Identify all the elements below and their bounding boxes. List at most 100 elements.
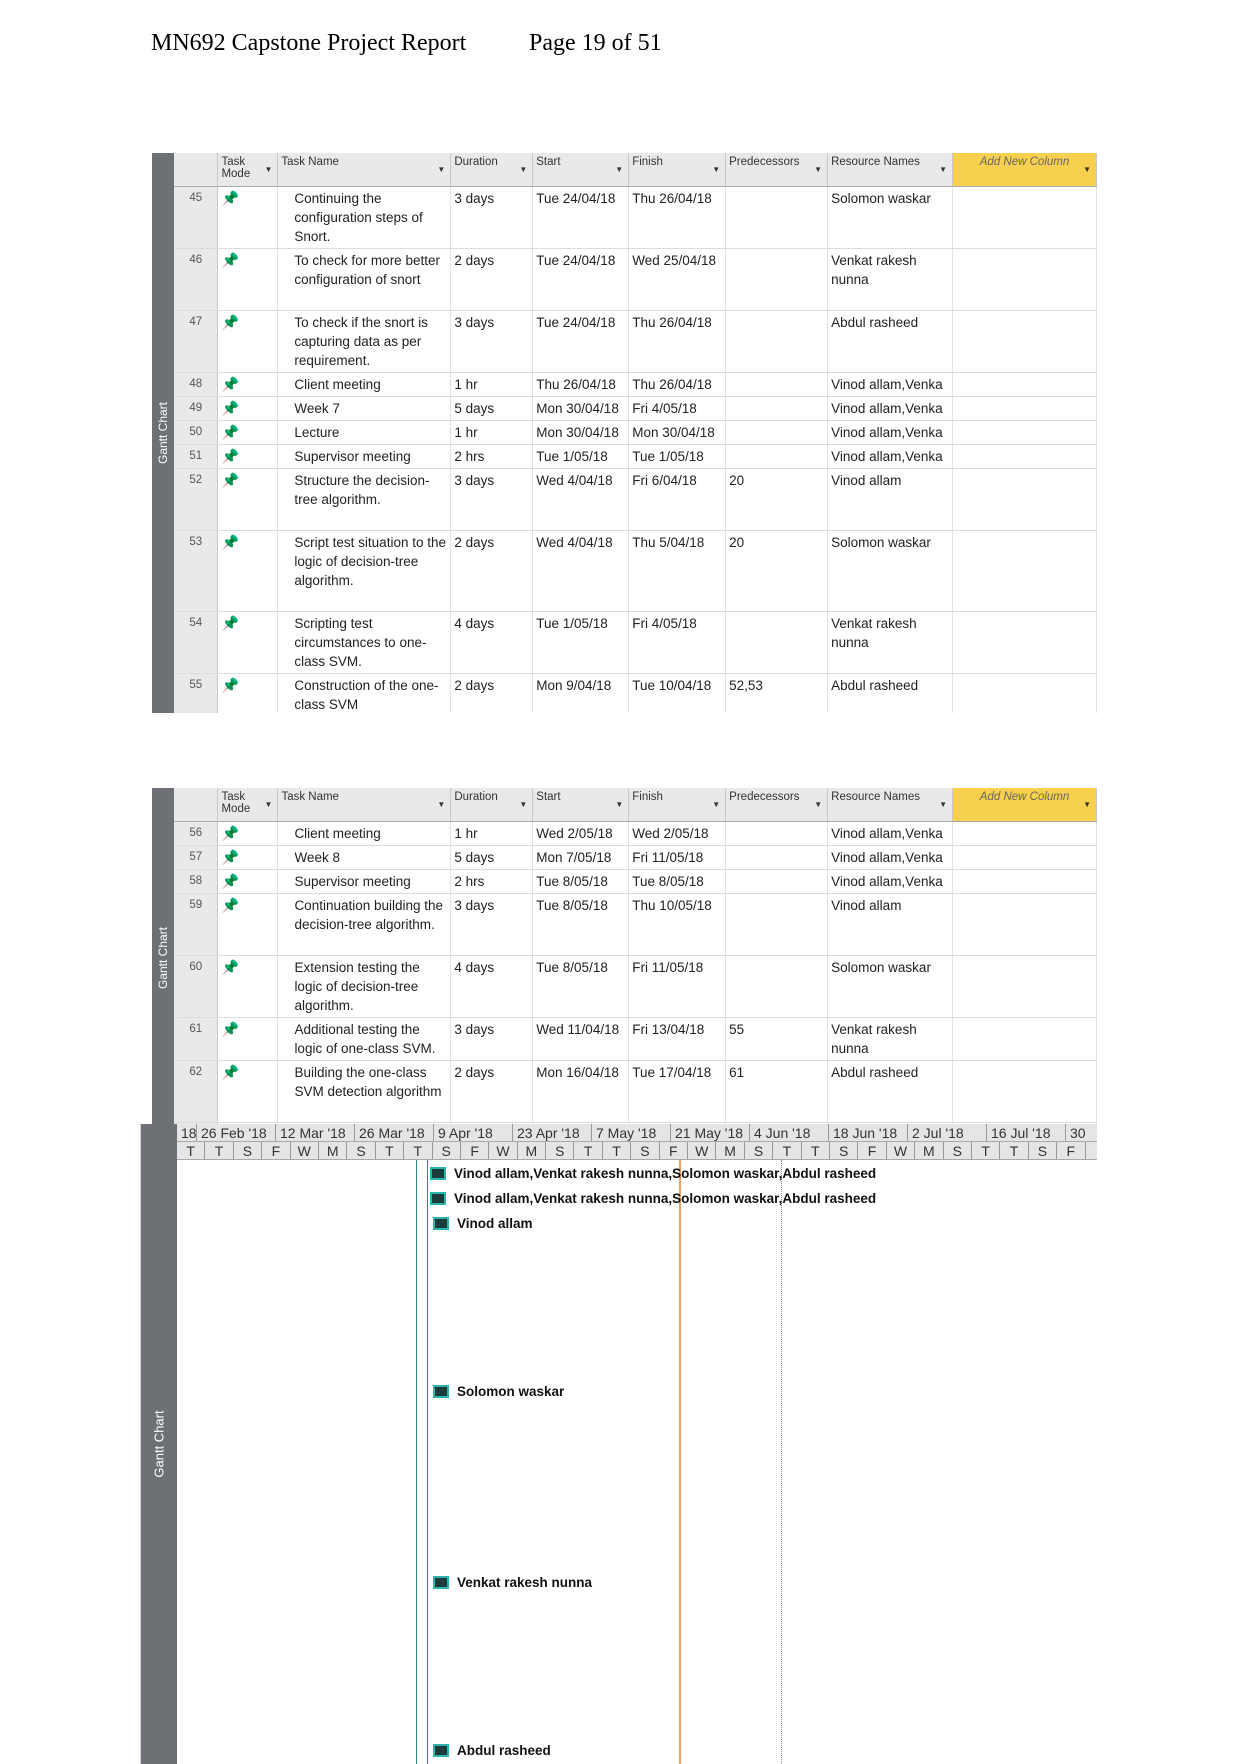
table-row[interactable]: 51 📌 Supervisor meeting 2 hrs Tue 1/05/18 Tue… <box>174 444 1097 469</box>
cell-duration[interactable]: 4 days <box>450 955 534 1018</box>
cell-duration[interactable]: 1 hr <box>450 821 534 846</box>
column-header[interactable]: Resource Names ▼ <box>827 153 954 187</box>
cell-start[interactable]: Tue 8/05/18 <box>532 869 630 894</box>
cell-res[interactable]: Vinod allam <box>827 468 954 531</box>
dropdown-arrow-icon[interactable]: ▼ <box>437 800 445 809</box>
cell-pred[interactable] <box>725 420 829 445</box>
cell-empty[interactable] <box>952 1017 1097 1061</box>
gantt-bar-label[interactable]: Vinod allam <box>433 1216 533 1231</box>
cell-start[interactable]: Wed 4/04/18 <box>532 468 630 531</box>
cell-name[interactable]: Extension testing the logic of decision-… <box>277 955 452 1018</box>
cell-res[interactable]: Vinod allam <box>827 893 954 956</box>
cell-empty[interactable] <box>952 611 1097 674</box>
table-row[interactable]: 45 📌 Continuing the configuration steps of… <box>174 186 1097 249</box>
dropdown-arrow-icon[interactable]: ▼ <box>264 165 272 174</box>
cell-finish[interactable]: Thu 26/04/18 <box>628 310 727 373</box>
table-row[interactable]: 48 📌 Client meeting 1 hr Thu 26/04/18 Thu 26/… <box>174 372 1097 397</box>
column-header[interactable]: Finish ▼ <box>628 153 727 187</box>
cell-start[interactable]: Mon 9/04/18 <box>532 673 630 713</box>
cell-name[interactable]: Structure the decision-tree algorithm. <box>277 468 452 531</box>
dropdown-arrow-icon[interactable]: ▼ <box>814 165 822 174</box>
dropdown-arrow-icon[interactable]: ▼ <box>265 800 273 809</box>
cell-res[interactable]: Vinod allam,Venka <box>827 845 954 870</box>
dropdown-arrow-icon[interactable]: ▼ <box>712 800 720 809</box>
cell-res[interactable]: Abdul rasheed <box>827 310 954 373</box>
cell-finish[interactable]: Fri 11/05/18 <box>628 955 727 1018</box>
cell-finish[interactable]: Thu 26/04/18 <box>628 372 727 397</box>
cell-duration[interactable]: 4 days <box>450 611 534 674</box>
dropdown-arrow-icon[interactable]: ▼ <box>1083 165 1091 174</box>
cell-duration[interactable]: 3 days <box>450 1017 534 1061</box>
table-row[interactable]: 59 📌 Continuation building the decision-tr… <box>174 893 1097 956</box>
cell-pred[interactable] <box>725 611 829 674</box>
view-bar[interactable]: Gantt Chart <box>141 1124 177 1764</box>
cell-finish[interactable]: Fri 4/05/18 <box>628 396 727 421</box>
cell-res[interactable]: Vinod allam,Venka <box>827 372 954 397</box>
dropdown-arrow-icon[interactable]: ▼ <box>519 800 527 809</box>
dropdown-arrow-icon[interactable]: ▼ <box>712 165 720 174</box>
cell-duration[interactable]: 1 hr <box>450 420 534 445</box>
cell-empty[interactable] <box>952 821 1097 846</box>
column-header[interactable]: Task Mode ▼ <box>217 788 279 822</box>
cell-start[interactable]: Tue 8/05/18 <box>532 893 630 956</box>
cell-name[interactable]: Supervisor meeting <box>277 869 452 894</box>
cell-start[interactable]: Wed 2/05/18 <box>532 821 630 846</box>
column-header[interactable]: Start ▼ <box>532 153 630 187</box>
cell-start[interactable]: Tue 8/05/18 <box>532 955 630 1018</box>
cell-start[interactable]: Tue 1/05/18 <box>532 611 630 674</box>
column-header[interactable]: Predecessors ▼ <box>725 153 829 187</box>
cell-finish[interactable]: Wed 25/04/18 <box>628 248 727 311</box>
cell-start[interactable]: Tue 24/04/18 <box>532 186 630 249</box>
cell-res[interactable]: Vinod allam,Venka <box>827 821 954 846</box>
cell-finish[interactable]: Fri 4/05/18 <box>628 611 727 674</box>
cell-duration[interactable]: 3 days <box>450 186 534 249</box>
dropdown-arrow-icon[interactable]: ▼ <box>615 800 623 809</box>
cell-start[interactable]: Tue 24/04/18 <box>532 310 630 373</box>
cell-res[interactable]: Venkat rakesh nunna <box>827 1017 954 1061</box>
column-header[interactable]: Task Name ▼ <box>277 788 452 822</box>
view-bar[interactable]: Gantt Chart <box>152 153 174 713</box>
table-row[interactable]: 52 📌 Structure the decision-tree algorithm… <box>174 468 1097 531</box>
table-row[interactable]: 50 📌 Lecture 1 hr Mon 30/04/18 Mon 30/04/18 Vi… <box>174 420 1097 445</box>
cell-empty[interactable] <box>952 845 1097 870</box>
gantt-bar-label[interactable]: Vinod allam,Venkat rakesh nunna,Solomon … <box>430 1191 876 1206</box>
cell-pred[interactable] <box>725 372 829 397</box>
cell-duration[interactable]: 2 days <box>450 673 534 713</box>
cell-finish[interactable]: Mon 30/04/18 <box>628 420 727 445</box>
cell-finish[interactable]: Fri 13/04/18 <box>628 1017 727 1061</box>
cell-name[interactable]: Construction of the one-class SVM <box>277 673 452 713</box>
cell-finish[interactable]: Thu 26/04/18 <box>628 186 727 249</box>
table-row[interactable]: 60 📌 Extension testing the logic of decisi… <box>174 955 1097 1018</box>
cell-name[interactable]: Supervisor meeting <box>277 444 452 469</box>
cell-res[interactable]: Abdul rasheed <box>827 1060 954 1123</box>
table-row[interactable]: 46 📌 To check for more better configuratio… <box>174 248 1097 311</box>
gantt-bar-label[interactable]: Solomon waskar <box>433 1384 564 1399</box>
cell-start[interactable]: Mon 7/05/18 <box>532 845 630 870</box>
dropdown-arrow-icon[interactable]: ▼ <box>939 165 947 174</box>
cell-name[interactable]: To check for more better configuration o… <box>277 248 452 311</box>
gantt-bar-label[interactable]: Abdul rasheed <box>433 1743 551 1758</box>
cell-pred[interactable]: 20 <box>725 468 829 531</box>
cell-pred[interactable]: 20 <box>725 530 829 612</box>
table-row[interactable]: 55 📌 Construction of the one-class SVM 2 da… <box>174 673 1097 713</box>
cell-empty[interactable] <box>952 673 1097 713</box>
column-header[interactable]: Duration ▼ <box>450 788 534 822</box>
cell-finish[interactable]: Thu 5/04/18 <box>628 530 727 612</box>
cell-empty[interactable] <box>952 530 1097 612</box>
column-header[interactable]: Predecessors ▼ <box>725 788 829 822</box>
cell-pred[interactable]: 61 <box>725 1060 829 1123</box>
cell-finish[interactable]: Thu 10/05/18 <box>628 893 727 956</box>
cell-name[interactable]: Week 7 <box>277 396 452 421</box>
cell-pred[interactable] <box>725 893 829 956</box>
cell-empty[interactable] <box>952 1060 1097 1123</box>
cell-empty[interactable] <box>952 420 1097 445</box>
cell-empty[interactable] <box>952 310 1097 373</box>
cell-start[interactable]: Thu 26/04/18 <box>532 372 630 397</box>
cell-empty[interactable] <box>952 444 1097 469</box>
cell-pred[interactable] <box>725 955 829 1018</box>
column-header[interactable]: Add New Column ▼ <box>952 153 1097 187</box>
table-row[interactable]: 47 📌 To check if the snort is capturing da… <box>174 310 1097 373</box>
cell-pred[interactable]: 52,53 <box>725 673 829 713</box>
cell-finish[interactable]: Tue 17/04/18 <box>628 1060 727 1123</box>
cell-name[interactable]: Client meeting <box>277 821 452 846</box>
